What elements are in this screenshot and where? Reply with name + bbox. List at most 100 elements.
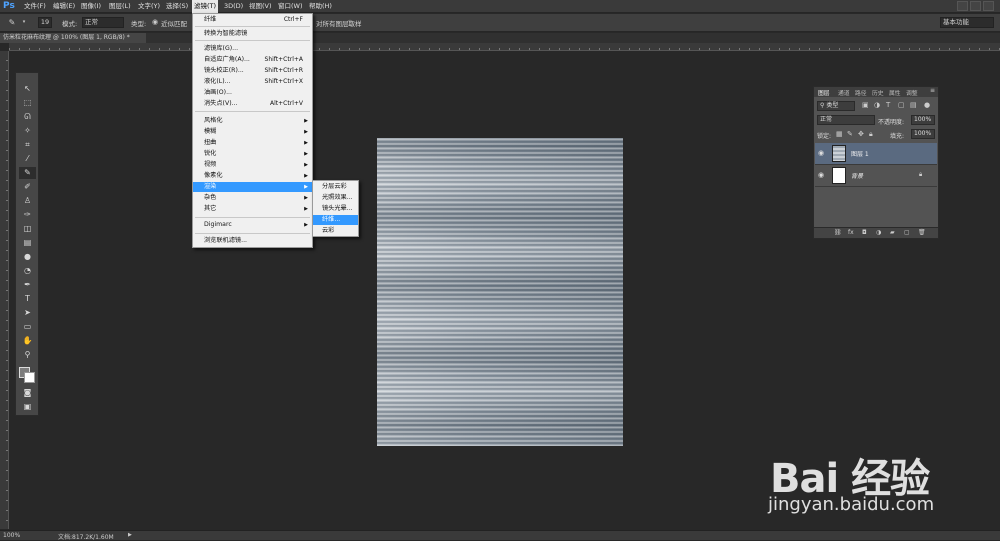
screen-mode-icon[interactable]: ▣ [19, 401, 36, 413]
move-tool-icon[interactable]: ↖ [19, 83, 36, 95]
tab-layers[interactable]: 图层 [818, 88, 830, 97]
chevron-right-icon[interactable]: ▶ [128, 532, 132, 538]
blend-mode-select[interactable]: 正常 [817, 115, 875, 125]
filter-menu-item[interactable]: 油画(O)... [193, 88, 312, 98]
clone-stamp-tool-icon[interactable]: ♙ [19, 195, 36, 207]
new-layer-icon[interactable]: ▢ [904, 229, 910, 236]
history-brush-tool-icon[interactable]: ✑ [19, 209, 36, 221]
layer-name[interactable]: 图层 1 [851, 149, 869, 158]
filter-menu-item[interactable]: 其它 ▶ [193, 204, 312, 214]
filter-menu-item[interactable]: 模糊 ▶ [193, 127, 312, 137]
menu-type[interactable]: 文字(Y) [136, 0, 162, 13]
render-submenu-item[interactable]: 光照效果... [313, 193, 358, 203]
delete-layer-icon[interactable]: 🗑︎ [918, 229, 926, 236]
render-submenu-item-fibers[interactable]: 纤维... [313, 215, 358, 225]
lock-pixels-icon[interactable]: ✎ [847, 130, 853, 138]
eye-icon[interactable]: ◉ [818, 171, 824, 179]
hand-tool-icon[interactable]: ✋ [19, 335, 36, 347]
tab-properties[interactable]: 属性 [889, 88, 901, 97]
add-mask-icon[interactable]: ◘ [862, 229, 867, 236]
quick-mask-icon[interactable]: ◙ [19, 387, 36, 399]
new-group-icon[interactable]: ▰ [890, 229, 895, 236]
eraser-tool-icon[interactable]: ◫ [19, 223, 36, 235]
maximize-button[interactable] [970, 1, 981, 11]
menu-edit[interactable]: 编辑(E) [51, 0, 77, 13]
panel-menu-icon[interactable]: ≡ [930, 87, 935, 94]
fill-input[interactable]: 100% [911, 129, 935, 139]
layer-style-icon[interactable]: fx [848, 229, 854, 236]
layer-name[interactable]: 背景 [851, 171, 863, 180]
menu-3d[interactable]: 3D(D) [222, 0, 245, 13]
radio-icon[interactable]: ◉ [149, 17, 161, 28]
adjustment-filter-icon[interactable]: ◑ [874, 101, 880, 109]
healing-brush-icon[interactable]: ✎ [6, 17, 18, 28]
link-layers-icon[interactable]: ⛓ [834, 229, 842, 236]
workspace-select[interactable]: 基本功能 [940, 17, 994, 28]
horizontal-ruler[interactable] [9, 43, 1000, 51]
document-canvas[interactable] [377, 138, 623, 446]
tab-channels[interactable]: 通道 [838, 88, 850, 97]
tab-adjustments[interactable]: 调整 [906, 88, 918, 97]
menu-file[interactable]: 文件(F) [22, 0, 48, 13]
filter-menu-item[interactable]: 扭曲 ▶ [193, 138, 312, 148]
gradient-tool-icon[interactable]: ▤ [19, 237, 36, 249]
filter-menu-item[interactable]: 锐化 ▶ [193, 149, 312, 159]
lock-position-icon[interactable]: ✥ [858, 130, 864, 138]
pixel-filter-icon[interactable]: ▣ [862, 101, 869, 109]
filter-menu-item[interactable]: 浏览联机滤镜... [193, 236, 312, 246]
blur-tool-icon[interactable]: ● [19, 251, 36, 263]
filter-menu-item[interactable]: 杂色 ▶ [193, 193, 312, 203]
brush-tool-icon[interactable]: ✐ [19, 181, 36, 193]
lock-transparent-icon[interactable]: ▦ [836, 130, 843, 138]
menu-image[interactable]: 图像(I) [79, 0, 103, 13]
crop-tool-icon[interactable]: ⌗ [19, 139, 36, 151]
background-color-swatch[interactable] [24, 372, 35, 383]
filter-menu-item[interactable]: 风格化 ▶ [193, 116, 312, 126]
layer-row-background[interactable]: ◉ 背景 🔒︎ [815, 165, 937, 187]
filter-menu-item[interactable]: 纤维 Ctrl+F [193, 15, 312, 25]
filter-menu-item[interactable]: 转换为智能滤镜 [193, 29, 312, 39]
filter-menu-item[interactable]: 镜头校正(R)... Shift+Ctrl+R [193, 66, 312, 76]
filter-toggle-icon[interactable]: ● [924, 101, 930, 109]
minimize-button[interactable] [957, 1, 968, 11]
filter-menu-item[interactable]: Digimarc ▶ [193, 220, 312, 230]
filter-menu-item[interactable]: 消失点(V)... Alt+Ctrl+V [193, 99, 312, 109]
filter-menu-item[interactable]: 视频 ▶ [193, 160, 312, 170]
shape-filter-icon[interactable]: ▢ [898, 101, 905, 109]
quick-select-tool-icon[interactable]: ✧ [19, 125, 36, 137]
lasso-tool-icon[interactable]: ᘏ [19, 111, 36, 123]
eyedropper-tool-icon[interactable]: ⁄ [19, 153, 36, 165]
dodge-tool-icon[interactable]: ◔ [19, 265, 36, 277]
adjustment-layer-icon[interactable]: ◑ [876, 229, 881, 236]
filter-menu-item[interactable]: 自适应广角(A)... Shift+Ctrl+A [193, 55, 312, 65]
render-submenu-item[interactable]: 镜头光晕... [313, 204, 358, 214]
filter-menu-item-render[interactable]: 渲染 ▶ [193, 182, 312, 192]
brush-size-picker[interactable]: 19 [38, 17, 52, 28]
layer-kind-filter[interactable]: ⚲ 类型 [817, 101, 855, 111]
menu-window[interactable]: 窗口(W) [276, 0, 305, 13]
opacity-input[interactable]: 100% [911, 115, 935, 125]
filter-menu-item[interactable]: 液化(L)... Shift+Ctrl+X [193, 77, 312, 87]
zoom-tool-icon[interactable]: ⚲ [19, 349, 36, 361]
tab-paths[interactable]: 路径 [855, 88, 867, 97]
menu-help[interactable]: 帮助(H) [307, 0, 334, 13]
healing-brush-tool-icon[interactable]: ✎ [19, 167, 36, 179]
path-select-tool-icon[interactable]: ➤ [19, 307, 36, 319]
pen-tool-icon[interactable]: ✒ [19, 279, 36, 291]
menu-select[interactable]: 选择(S) [164, 0, 190, 13]
render-submenu-item[interactable]: 云彩 [313, 226, 358, 236]
vertical-ruler[interactable] [0, 51, 9, 529]
close-button[interactable] [983, 1, 994, 11]
marquee-tool-icon[interactable]: ⬚ [19, 97, 36, 109]
mode-select[interactable]: 正常 [82, 17, 124, 28]
zoom-level[interactable]: 100% [3, 532, 20, 539]
document-tab[interactable]: 仿米粒花麻布纹理 @ 100% (图层 1, RGB/8) * [0, 33, 146, 43]
render-submenu-item[interactable]: 分层云彩 [313, 182, 358, 192]
filter-menu-item[interactable]: 滤镜库(G)... [193, 44, 312, 54]
chevron-down-icon[interactable]: ▾ [18, 17, 30, 28]
layer-row-layer1[interactable]: ◉ 图层 1 [815, 143, 937, 165]
tab-history[interactable]: 历史 [872, 88, 884, 97]
menu-view[interactable]: 视图(V) [247, 0, 274, 13]
menu-layer[interactable]: 图层(L) [107, 0, 133, 13]
shape-tool-icon[interactable]: ▭ [19, 321, 36, 333]
